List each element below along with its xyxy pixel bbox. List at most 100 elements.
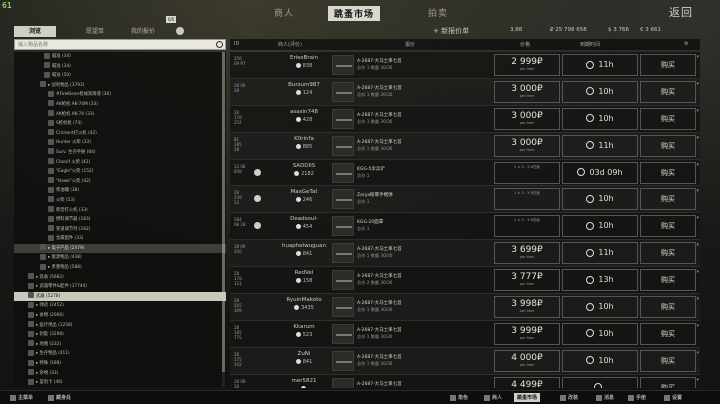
offer-row[interactable]: 584 08 28 Deadsoul- 454 KGG-20面罩 总价 1 1 … (230, 213, 700, 241)
buy-button[interactable]: 购买 (640, 107, 696, 130)
expand-arrow-icon[interactable]: ▾ (696, 54, 699, 60)
item-thumbnail[interactable] (332, 323, 354, 344)
tree-item[interactable]: ▸ 鉴别卡 (46) (14, 378, 226, 387)
hideout-button[interactable]: 藏身处 (48, 394, 71, 401)
trader-name[interactable]: MaxGeTat (278, 189, 330, 195)
trader-name[interactable]: asasin748 (278, 109, 330, 115)
tree-item[interactable]: 管道调节剂 (162) (14, 225, 226, 235)
col-trader[interactable]: 商人(评价) (278, 41, 302, 48)
tree-item[interactable]: ▸ 战利物品 (3793) (14, 81, 226, 91)
trader-info[interactable]: Deadsoul- 454 (278, 216, 330, 230)
tree-item[interactable]: "Eagle"火柴 (152) (14, 167, 226, 177)
back-button[interactable]: 返回 (669, 4, 693, 20)
trader-name[interactable]: Burzum987 (278, 82, 330, 88)
tree-item[interactable]: ▸ 医疗用品 (1258) (14, 321, 226, 331)
tab-browse[interactable]: 浏览 (14, 26, 56, 37)
trader-info[interactable]: EriesBrain 838 (278, 55, 330, 69)
search-input[interactable] (15, 40, 205, 49)
offer-row[interactable]: 28 178 252 asasin748 428 A-2687-大马士革七首 总… (230, 105, 700, 133)
buy-button[interactable]: 购买 (640, 269, 696, 292)
item-thumbnail[interactable] (332, 216, 354, 237)
trader-info[interactable]: SADDIIS 2182 (278, 163, 330, 177)
offer-row[interactable]: 28 09 28 mer5821 A-2687-大马士革七首 4 499₽ 购买… (230, 374, 700, 388)
item-thumbnail[interactable] (332, 377, 354, 388)
messenger-button[interactable]: 消息 (596, 394, 614, 401)
tree-item[interactable]: ▸ 弹药 (2452) (14, 301, 226, 311)
trader-info[interactable]: Kkarum 523 (278, 324, 330, 338)
col-price[interactable]: 价格 (520, 41, 530, 48)
settings-icon[interactable]: ⚙ (684, 41, 688, 47)
trader-name[interactable]: K0rinfa (278, 136, 330, 142)
tree-item[interactable]: S枪机枪 (74) (14, 119, 226, 129)
col-id[interactable]: ID (234, 41, 239, 47)
gear-icon[interactable] (176, 27, 184, 35)
offer-row[interactable]: 28 175 102 ZuNi 841 A-2687-大马士革七首 总价 1 数… (230, 347, 700, 375)
tree-item[interactable]: Classif 火柴 (42) (14, 158, 226, 168)
tree-item[interactable]: ▸ 武器零件&配件 (17744) (14, 282, 226, 292)
tree-item[interactable]: ▸ 钥匙 (3298) (14, 330, 226, 340)
buy-button[interactable]: 购买 (640, 349, 696, 372)
trader-name[interactable]: RedVel (278, 270, 330, 276)
offer-row[interactable]: 28 09 28 Burzum987 124 A-2687-大马士革七首 总价 … (230, 78, 700, 106)
tree-item[interactable]: AK枪机 AK-74M (33) (14, 100, 226, 110)
traders-button[interactable]: 商人 (484, 394, 502, 401)
trader-name[interactable]: ZuNi (278, 351, 330, 357)
tree-item[interactable]: 瞄准 (34) (14, 52, 226, 62)
buy-button[interactable]: 购买 (640, 215, 696, 238)
tree-item[interactable]: ▸ 杂物 (33) (14, 369, 226, 379)
buy-button[interactable]: 购买 (640, 376, 696, 388)
tree-item[interactable]: 瞄准 (34) (14, 62, 226, 72)
expand-arrow-icon[interactable]: ▾ (696, 215, 699, 221)
trader-info[interactable]: mer5821 (278, 378, 330, 388)
tab-my-offers[interactable]: 我的报价 (122, 26, 164, 37)
expand-arrow-icon[interactable]: ▾ (696, 350, 699, 356)
expand-arrow-icon[interactable]: ▾ (696, 81, 699, 87)
trader-info[interactable]: K0rinfa 885 (278, 136, 330, 150)
trader-info[interactable]: Burzum987 124 (278, 82, 330, 96)
trader-info[interactable]: RedVel 158 (278, 270, 330, 284)
tree-item[interactable]: ▸ 装备 (5682) (14, 273, 226, 283)
trader-info[interactable]: huaphelwuguan 841 (278, 243, 330, 257)
tree-item[interactable]: ▸ 生存物品 (411) (14, 349, 226, 359)
tab-wishlist[interactable]: 愿望单 (74, 26, 116, 37)
trader-name[interactable]: EriesBrain (278, 55, 330, 61)
buy-button[interactable]: 购买 (640, 80, 696, 103)
trader-info[interactable]: asasin748 428 (278, 109, 330, 123)
item-thumbnail[interactable] (332, 189, 354, 210)
item-thumbnail[interactable] (332, 162, 354, 183)
expand-arrow-icon[interactable]: ▾ (696, 377, 699, 383)
buy-button[interactable]: 购买 (640, 134, 696, 157)
tab-traders[interactable]: 商人 (274, 6, 294, 19)
settings-button[interactable]: 设置 (664, 394, 682, 401)
add-offer-button[interactable]: + 新报价单 (433, 26, 469, 36)
item-thumbnail[interactable] (332, 243, 354, 264)
offer-row[interactable]: 256 09 97 EriesBrain 838 A-2687-大马士革七首 总… (230, 52, 700, 79)
tree-item[interactable]: 燃料调节器 (183) (14, 215, 226, 225)
tree-item[interactable]: Crickent打火机 (42) (14, 129, 226, 139)
expand-arrow-icon[interactable]: ▾ (696, 269, 699, 275)
item-thumbnail[interactable] (332, 108, 354, 129)
expand-arrow-icon[interactable]: ▾ (696, 188, 699, 194)
item-thumbnail[interactable] (332, 350, 354, 371)
col-item[interactable]: 报价 (405, 41, 415, 48)
builds-button[interactable]: 改装 (560, 394, 578, 401)
expand-arrow-icon[interactable]: ▾ (696, 242, 699, 248)
offer-row[interactable]: 28 239 52 MaxGeTat 246 Zarya眩晕手榴弹 总价 1 1… (230, 186, 700, 214)
tab-flea-market[interactable]: 跳蚤市场 (328, 6, 381, 21)
buy-button[interactable]: 购买 (640, 54, 696, 76)
tree-item[interactable]: ▸ 食物 (2066) (14, 311, 226, 321)
item-thumbnail[interactable] (332, 135, 354, 156)
item-thumbnail[interactable] (332, 55, 354, 75)
tree-item[interactable]: Hunter 火柴 (33) (14, 138, 226, 148)
tab-hideout[interactable]: 拍卖 (428, 6, 448, 19)
tree-item[interactable]: 瞄准 (50) (14, 71, 226, 81)
buy-button[interactable]: 购买 (640, 322, 696, 345)
trader-info[interactable]: MaxGeTat 246 (278, 189, 330, 203)
tree-item[interactable]: 金属配件 (33) (14, 234, 226, 244)
trader-info[interactable]: RyuinMakoto 3435 (278, 297, 330, 311)
main-menu-button[interactable]: 主菜单 (10, 394, 33, 401)
tree-item[interactable]: 新型打火机 (33) (14, 206, 226, 216)
trader-info[interactable]: ZuNi 841 (278, 351, 330, 365)
offer-row[interactable]: 28 178 121 RedVel 158 A-2687-大马士革七首 总价 2… (230, 267, 700, 295)
trader-name[interactable]: Deadsoul- (278, 216, 330, 222)
